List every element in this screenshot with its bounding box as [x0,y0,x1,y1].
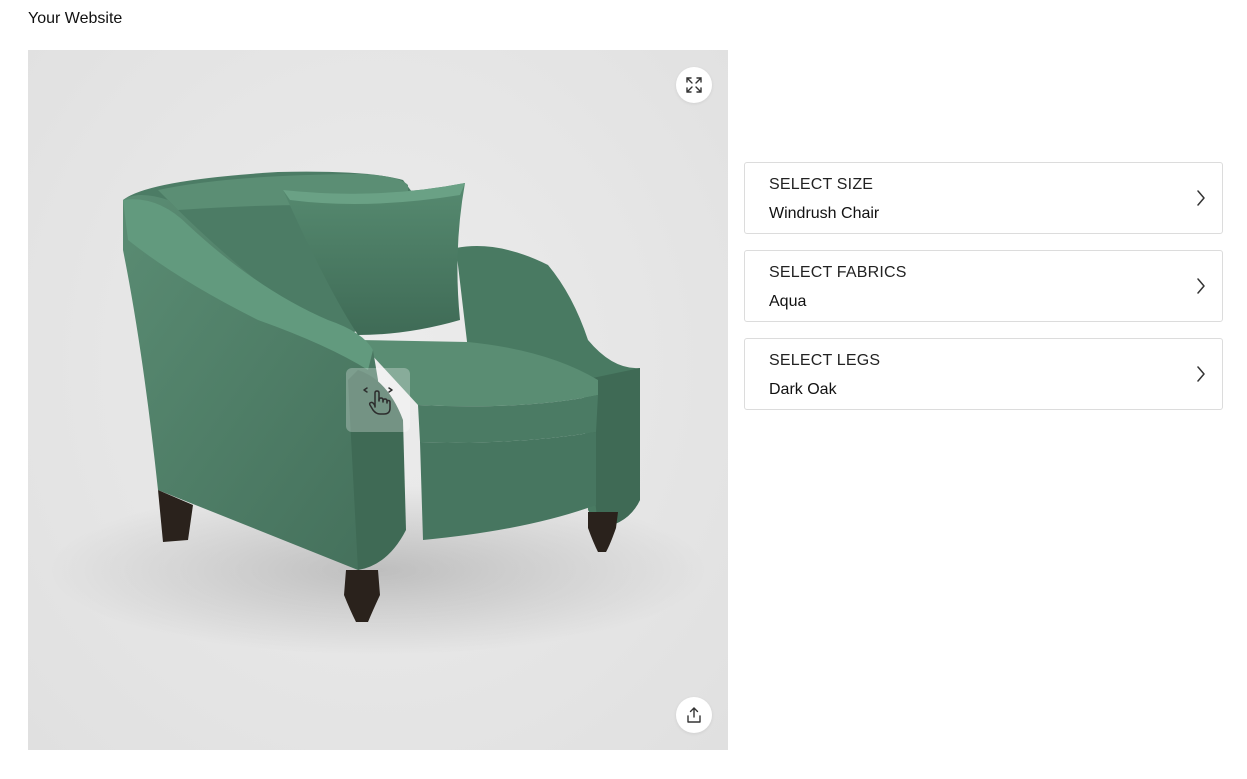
select-fabrics-option[interactable]: SELECT FABRICS Aqua [744,250,1223,322]
select-legs-option[interactable]: SELECT LEGS Dark Oak [744,338,1223,410]
option-value: Windrush Chair [769,205,880,222]
expand-arrows-icon [686,77,702,93]
option-heading: SELECT SIZE [769,176,874,193]
select-size-option[interactable]: SELECT SIZE Windrush Chair [744,162,1223,234]
chevron-right-icon [1197,278,1205,294]
share-upload-icon [687,707,701,723]
rotate-drag-hint [346,368,410,432]
share-button[interactable] [676,697,712,733]
chevron-right-icon [1197,366,1205,382]
chevron-right-icon [1197,190,1205,206]
configurator-options: SELECT SIZE Windrush Chair SELECT FABRIC… [744,162,1223,426]
hand-drag-rotate-icon [363,387,393,415]
option-heading: SELECT FABRICS [769,264,907,281]
option-value: Aqua [769,293,807,310]
site-title: Your Website [28,10,123,27]
fullscreen-button[interactable] [676,67,712,103]
product-3d-viewer[interactable] [28,50,728,750]
option-heading: SELECT LEGS [769,352,881,369]
option-value: Dark Oak [769,381,837,398]
